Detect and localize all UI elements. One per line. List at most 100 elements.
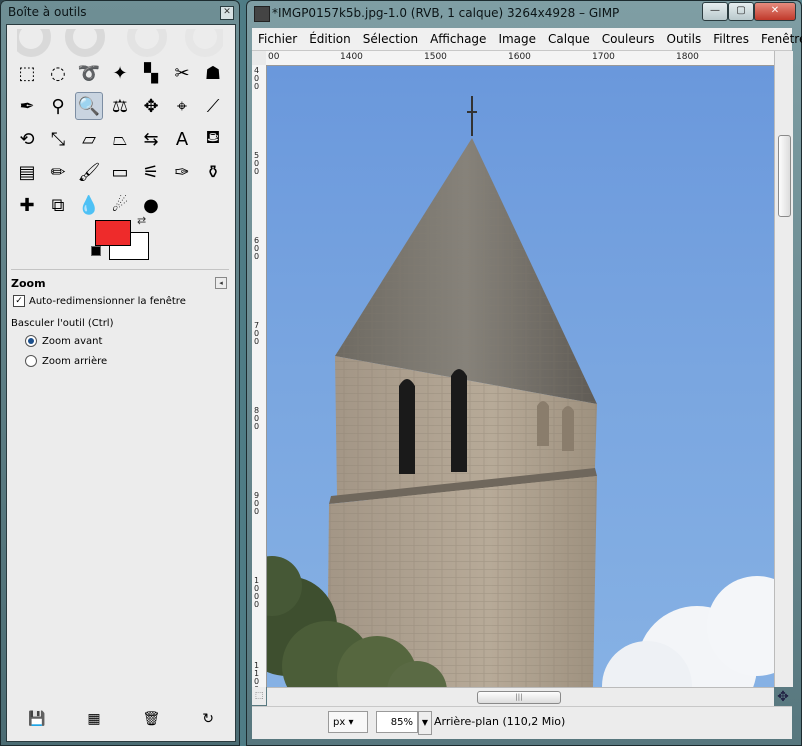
menu-2[interactable]: Sélection	[357, 32, 424, 46]
menu-4[interactable]: Image	[492, 32, 542, 46]
wilber-banner	[17, 29, 223, 57]
tool-airbrush-icon[interactable]: ⚟	[137, 158, 165, 186]
auto-resize-label: Auto-redimensionner la fenêtre	[29, 295, 186, 307]
tool-color-picker-icon[interactable]: ⚲	[44, 92, 72, 120]
menu-9[interactable]: Fenêtres	[755, 32, 802, 46]
tool-perspective-icon[interactable]: ⏢	[106, 125, 134, 153]
tool-pencil-icon[interactable]: ✏	[44, 158, 72, 186]
navigate-icon[interactable]: ✥	[775, 689, 791, 705]
ruler-corner	[252, 51, 267, 66]
restore-options-button[interactable]: ▦	[87, 711, 100, 727]
tool-smudge-icon[interactable]: ☄	[106, 191, 134, 219]
menu-1[interactable]: Édition	[303, 32, 357, 46]
reset-options-button[interactable]: ↻	[202, 711, 214, 727]
ruler-v-label: 400	[254, 66, 260, 91]
menu-3[interactable]: Affichage	[424, 32, 492, 46]
maximize-button[interactable]: ▢	[728, 2, 754, 21]
tool-scale-icon[interactable]: ⤡	[44, 125, 72, 153]
menu-5[interactable]: Calque	[542, 32, 596, 46]
ruler-h-label: 1400	[340, 52, 363, 62]
horizontal-scroll-thumb[interactable]: |||	[477, 691, 561, 704]
tool-text-icon[interactable]: A	[168, 125, 196, 153]
ruler-v-label: 500	[254, 151, 260, 176]
vertical-scrollbar[interactable]	[774, 51, 793, 687]
menu-7[interactable]: Outils	[661, 32, 708, 46]
auto-resize-option[interactable]: ✓ Auto-redimensionner la fenêtre	[13, 295, 186, 307]
gimp-image-icon	[254, 6, 270, 22]
tool-blur-sharpen-icon[interactable]: 💧	[75, 191, 103, 219]
tool-bucket-fill-icon[interactable]: ⛾	[199, 125, 227, 153]
tool-blend-icon[interactable]: ▤	[13, 158, 41, 186]
tool-select-by-color-icon[interactable]: ▚	[137, 59, 165, 87]
tool-scissors-select-icon[interactable]: ✂	[168, 59, 196, 87]
tool-options-menu-button[interactable]: ◂	[215, 277, 227, 289]
tool-free-select-icon[interactable]: ➰	[75, 59, 103, 87]
horizontal-scrollbar[interactable]: |||	[267, 687, 774, 706]
tool-foreground-select-icon[interactable]: ☗	[199, 59, 227, 87]
zoom-out-label: Zoom arrière	[42, 355, 108, 367]
auto-resize-checkbox[interactable]: ✓	[13, 295, 25, 307]
layer-status-text: Arrière-plan (110,2 Mio)	[434, 715, 566, 728]
vertical-ruler[interactable]: 400 500 600 700 800 900 1000 1100	[252, 65, 267, 687]
menu-8[interactable]: Filtres	[707, 32, 755, 46]
close-button[interactable]: ✕	[754, 2, 796, 21]
toolbox-close-button[interactable]: ✕	[220, 6, 234, 20]
swap-colors-icon[interactable]: ⇄	[137, 214, 146, 227]
tool-options-title: Zoom	[11, 277, 46, 290]
tool-rect-select-icon[interactable]: ⬚	[13, 59, 41, 87]
zoom-dropdown-icon[interactable]: ▼	[418, 711, 432, 735]
tool-rotate-icon[interactable]: ⟲	[13, 125, 41, 153]
toolbox-client: ⬚ ◌ ➰ ✦ ▚ ✂ ☗ ✒ ⚲ 🔍 ⚖ ✥ ⌖ ⟋ ⟲ ⤡ ▱ ⏢ ⇆ A ⛾ ▤ ✏ 🖌 ▭ ⚟ ✑ ⚱ ✚ ⧉ 💧 ☄ ● ⇄ Zoom…	[6, 24, 236, 742]
tool-clone-icon[interactable]: ⚱	[199, 158, 227, 186]
default-colors-icon[interactable]	[91, 246, 101, 256]
tool-eraser-icon[interactable]: ▭	[106, 158, 134, 186]
unit-select[interactable]: px ▾	[328, 711, 368, 733]
image-window-title: *IMGP0157k5b.jpg-1.0 (RVB, 1 calque) 326…	[272, 6, 620, 20]
ruler-h-label: 1800	[676, 52, 699, 62]
zoom-out-radio[interactable]	[25, 355, 37, 367]
tool-measure-icon[interactable]: ⚖	[106, 92, 134, 120]
tool-ellipse-select-icon[interactable]: ◌	[44, 59, 72, 87]
vertical-scroll-thumb[interactable]	[778, 135, 791, 217]
color-area: ⇄	[91, 214, 155, 260]
tool-ink-icon[interactable]: ✑	[168, 158, 196, 186]
ruler-h-label: 1500	[424, 52, 447, 62]
unit-value: px	[333, 717, 346, 728]
zoom-input[interactable]: 85%	[376, 711, 418, 733]
toolbox-title: Boîte à outils	[8, 5, 87, 19]
church-tower-photo	[267, 96, 774, 687]
tool-align-icon[interactable]: ⌖	[168, 92, 196, 120]
tool-crop-icon[interactable]: ⟋	[199, 92, 227, 120]
horizontal-ruler[interactable]: 00 1400 1500 1600 1700 1800	[266, 51, 774, 66]
tool-fuzzy-select-icon[interactable]: ✦	[106, 59, 134, 87]
divider	[11, 269, 229, 270]
zoom-in-option[interactable]: Zoom avant	[25, 335, 102, 347]
tool-flip-icon[interactable]: ⇆	[137, 125, 165, 153]
tool-paths-icon[interactable]: ✒	[13, 92, 41, 120]
menu-0[interactable]: Fichier	[252, 32, 303, 46]
quick-mask-toggle[interactable]: ⬚	[252, 687, 266, 705]
ruler-v-label: 900	[254, 491, 260, 516]
tool-move-icon[interactable]: ✥	[137, 92, 165, 120]
delete-options-button[interactable]: 🗑	[143, 711, 161, 727]
toolbox-window: Boîte à outils ✕ ⬚ ◌ ➰ ✦ ▚ ✂ ☗ ✒ ⚲ 🔍 ⚖ ✥ ⌖ ⟋ ⟲ ⤡ ▱ ⏢ ⇆ A ⛾ ▤ ✏…	[0, 0, 240, 746]
tool-paintbrush-icon[interactable]: 🖌	[75, 158, 103, 186]
menu-bar: Fichier Édition Sélection Affichage Image Cal…	[252, 28, 802, 51]
zoom-in-radio[interactable]	[25, 335, 37, 347]
ruler-v-label: 700	[254, 321, 260, 346]
tool-heal-icon[interactable]: ✚	[13, 191, 41, 219]
image-canvas[interactable]	[267, 66, 774, 687]
save-options-button[interactable]: 💾	[28, 711, 45, 727]
ruler-h-label: 00	[268, 52, 280, 62]
tool-shear-icon[interactable]: ▱	[75, 125, 103, 153]
tool-zoom-icon[interactable]: 🔍	[75, 92, 103, 120]
menu-6[interactable]: Couleurs	[596, 32, 661, 46]
ruler-v-label: 600	[254, 236, 260, 261]
tool-perspective-clone-icon[interactable]: ⧉	[44, 191, 72, 219]
ruler-v-label: 1100	[254, 661, 260, 688]
zoom-out-option[interactable]: Zoom arrière	[25, 355, 107, 367]
foreground-color-swatch[interactable]	[95, 220, 131, 246]
ruler-h-label: 1700	[592, 52, 615, 62]
image-window: *IMGP0157k5b.jpg-1.0 (RVB, 1 calque) 326…	[246, 0, 802, 746]
minimize-button[interactable]: —	[702, 2, 728, 21]
